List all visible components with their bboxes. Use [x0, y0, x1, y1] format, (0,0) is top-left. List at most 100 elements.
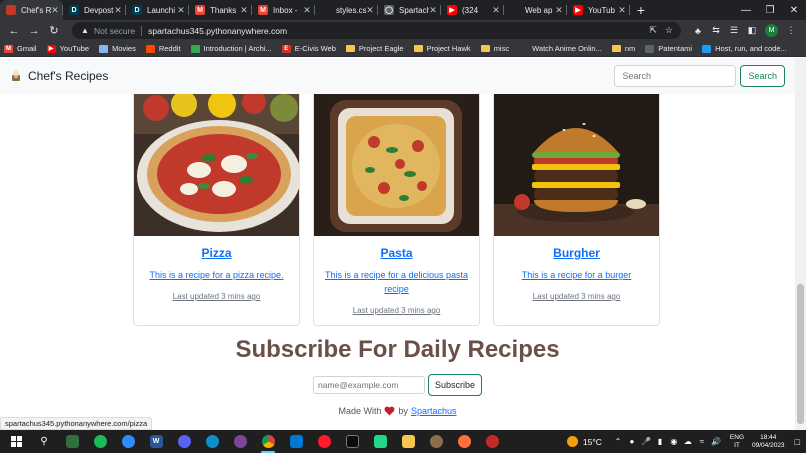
new-tab-plus-icon[interactable]: + — [630, 0, 652, 20]
brand-name[interactable]: Chef's Recipes — [28, 69, 108, 83]
taskbar-search-icon[interactable]: ⚲ — [34, 432, 54, 452]
bookmark-item[interactable]: nm — [611, 44, 635, 53]
subscribe-button[interactable]: Subscribe — [428, 374, 483, 396]
language-indicator[interactable]: ENG IT — [730, 434, 744, 450]
tray-app-icon[interactable]: ● — [626, 437, 638, 446]
close-window-icon[interactable]: ✕ — [782, 0, 806, 20]
browser-tab[interactable]: Chef's R ✕ — [0, 0, 63, 20]
back-icon[interactable]: ← — [6, 23, 22, 39]
terminal-icon[interactable] — [342, 432, 362, 452]
tab-close-icon[interactable]: ✕ — [618, 5, 626, 16]
email-input[interactable] — [313, 376, 425, 394]
word-icon[interactable]: W — [146, 432, 166, 452]
recipe-updated-link[interactable]: Last updated 3 mins ago — [142, 292, 291, 301]
file-explorer-icon[interactable] — [398, 432, 418, 452]
browser-tab[interactable]: ▶ YouTub ✕ — [567, 0, 630, 20]
firefox-icon[interactable] — [454, 432, 474, 452]
brand[interactable]: Chef's Recipes — [10, 69, 108, 83]
sync-icon[interactable]: ⇆ — [707, 25, 725, 36]
cloud-icon[interactable]: ☁ — [682, 437, 694, 446]
tab-close-icon[interactable]: ✕ — [303, 5, 311, 16]
tray-chevron-icon[interactable]: ⌃ — [612, 437, 624, 446]
app-icon[interactable] — [426, 432, 446, 452]
tab-close-icon[interactable]: ✕ — [492, 5, 500, 16]
tab-close-icon[interactable]: ✕ — [429, 5, 437, 16]
bookmark-item[interactable]: M Gmail — [4, 44, 37, 53]
discord-icon[interactable] — [174, 432, 194, 452]
bookmark-item[interactable]: Movies — [99, 44, 136, 53]
bookmark-item[interactable]: Patentami — [645, 44, 692, 53]
tab-close-icon[interactable]: ✕ — [240, 5, 248, 16]
bookmark-item[interactable]: misc — [480, 44, 509, 53]
tab-close-icon[interactable]: ✕ — [366, 5, 374, 16]
recipe-updated-link[interactable]: Last updated 3 mins ago — [322, 306, 471, 315]
microphone-icon[interactable]: 🎤 — [640, 437, 652, 446]
bookmark-item[interactable]: Watch Anime Onlin... — [519, 44, 602, 53]
weather-widget[interactable]: 15°C — [566, 436, 602, 447]
app-red-icon[interactable] — [482, 432, 502, 452]
forward-icon[interactable]: → — [26, 23, 42, 39]
bookmark-item[interactable]: Project Eagle — [345, 44, 404, 53]
bookmark-item[interactable]: E E-Civis Web — [281, 44, 336, 53]
recipe-description-link[interactable]: This is a recipe for a burger — [502, 268, 651, 282]
battery-icon[interactable]: ▮ — [654, 437, 666, 446]
minimize-icon[interactable]: — — [734, 0, 758, 20]
restore-icon[interactable]: ❐ — [758, 0, 782, 20]
tab-close-icon[interactable]: ✕ — [555, 5, 563, 16]
extensions-icon[interactable]: ♣ — [689, 26, 707, 36]
browser-tab[interactable]: styles.cs ✕ — [315, 0, 378, 20]
browser-tab[interactable]: Web ap ✕ — [504, 0, 567, 20]
tor-icon[interactable] — [230, 432, 250, 452]
tab-close-icon[interactable]: ✕ — [177, 5, 185, 16]
media-icon[interactable]: ☰ — [725, 25, 743, 36]
reload-icon[interactable]: ↻ — [46, 23, 62, 39]
tab-close-icon[interactable]: ✕ — [114, 5, 122, 16]
profile-avatar[interactable]: M — [765, 24, 778, 37]
spotify-icon[interactable] — [90, 432, 110, 452]
wifi-icon[interactable]: ≈ — [696, 437, 708, 446]
bookmark-item[interactable]: Reddit — [145, 44, 181, 53]
recipe-description-link[interactable]: This is a recipe for a pizza recipe. — [142, 268, 291, 282]
browser-tab[interactable]: D Launchi ✕ — [126, 0, 189, 20]
clock[interactable]: 18:44 09/04/2023 — [752, 434, 785, 450]
search-input[interactable] — [614, 65, 737, 87]
tab-close-icon[interactable]: ✕ — [51, 5, 59, 16]
recipe-updated-link[interactable]: Last updated 3 mins ago — [502, 292, 651, 301]
bookmark-item[interactable]: ▶ YouTube — [46, 44, 89, 53]
share-icon[interactable]: ⇱ — [649, 25, 657, 36]
recipe-title-link[interactable]: Pasta — [322, 246, 471, 260]
address-bar[interactable]: ▲ Not secure spartachus345.pythonanywher… — [72, 22, 681, 39]
recipe-title-link[interactable]: Pizza — [142, 246, 291, 260]
menu-icon[interactable]: ⋮ — [782, 25, 800, 36]
windows-start-icon[interactable] — [6, 432, 26, 452]
opera-icon[interactable] — [314, 432, 334, 452]
notification-icon[interactable]: □ — [795, 437, 800, 447]
browser-tab[interactable]: M Thanks ✕ — [189, 0, 252, 20]
volume-icon[interactable]: 🔊 — [710, 437, 722, 446]
browser-tab[interactable]: D Devpost ✕ — [63, 0, 126, 20]
network-icon[interactable]: ◉ — [668, 437, 680, 446]
scrollbar-thumb[interactable] — [797, 284, 804, 424]
chrome-icon[interactable] — [258, 432, 278, 453]
bookmark-label: Gmail — [17, 44, 37, 53]
browser-tab[interactable]: M Inbox - ✕ — [252, 0, 315, 20]
tab-title: YouTub — [588, 5, 615, 15]
vscode-icon[interactable] — [286, 432, 306, 452]
taskbar-widgets-icon[interactable] — [62, 432, 82, 452]
zoom-icon[interactable] — [118, 432, 138, 452]
page-scrollbar[interactable] — [795, 58, 806, 430]
url-text[interactable]: spartachus345.pythonanywhere.com — [148, 26, 641, 36]
bookmark-item[interactable]: Introduction | Archi... — [190, 44, 272, 53]
recipe-title-link[interactable]: Burgher — [502, 246, 651, 260]
edge-icon[interactable] — [202, 432, 222, 452]
bookmark-item[interactable]: Project Hawk — [413, 44, 471, 53]
pycharm-icon[interactable] — [370, 432, 390, 452]
star-icon[interactable]: ☆ — [665, 25, 673, 36]
bookmark-item[interactable]: Host, run, and code... — [702, 44, 787, 53]
browser-tab[interactable]: ◯ Spartach ✕ — [378, 0, 441, 20]
side-panel-icon[interactable]: ◧ — [743, 25, 761, 36]
browser-tab[interactable]: ▶ (324 ✕ — [441, 0, 504, 20]
author-link[interactable]: Spartachus — [411, 406, 457, 416]
search-button[interactable]: Search — [740, 65, 785, 87]
recipe-description-link[interactable]: This is a recipe for a delicious pasta r… — [322, 268, 471, 296]
